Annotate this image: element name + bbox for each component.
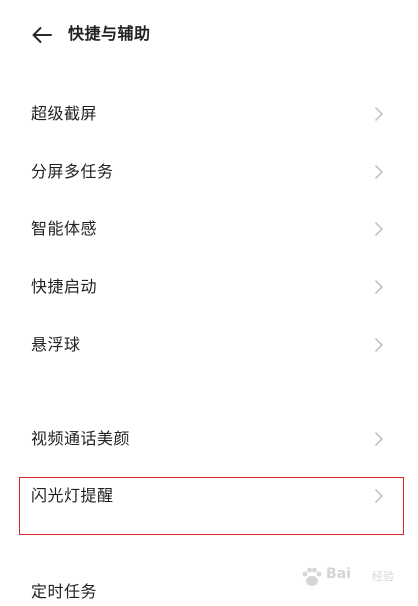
menu-item-video-call-beauty[interactable]: 视频通话美颜: [0, 414, 418, 464]
menu-item-label: 闪光灯提醒: [31, 486, 114, 505]
chevron-right-icon: [373, 163, 385, 181]
menu-item-label: 悬浮球: [31, 335, 81, 354]
menu-item-label: 超级截屏: [31, 104, 98, 123]
chevron-right-icon: [373, 336, 385, 354]
header-bar: 快捷与辅助: [0, 0, 418, 70]
menu-item-split-screen[interactable]: 分屏多任务: [0, 147, 418, 197]
menu-item-scheduled-tasks[interactable]: 定时任务: [0, 567, 418, 606]
menu-item-flash-alert[interactable]: 闪光灯提醒: [0, 471, 418, 521]
menu-item-quick-launch[interactable]: 快捷启动: [0, 262, 418, 312]
menu-item-label: 定时任务: [31, 582, 98, 601]
menu-item-floating-ball[interactable]: 悬浮球: [0, 320, 418, 370]
arrow-left-icon: [32, 27, 52, 43]
menu-item-label: 智能体感: [31, 219, 98, 238]
chevron-right-icon: [373, 487, 385, 505]
menu-item-label: 分屏多任务: [31, 162, 114, 181]
chevron-right-icon: [373, 278, 385, 296]
settings-page: 快捷与辅助 超级截屏 分屏多任务 智能体感 快捷启动 悬浮球 视频通话美颜 闪光…: [0, 0, 418, 606]
menu-item-super-screenshot[interactable]: 超级截屏: [0, 89, 418, 139]
menu-item-label: 视频通话美颜: [31, 429, 131, 448]
menu-item-smart-motion[interactable]: 智能体感: [0, 204, 418, 254]
page-title: 快捷与辅助: [68, 24, 151, 43]
chevron-right-icon: [373, 105, 385, 123]
menu-item-label: 快捷启动: [31, 277, 98, 296]
chevron-right-icon: [373, 220, 385, 238]
back-button[interactable]: [28, 21, 56, 49]
chevron-right-icon: [373, 430, 385, 448]
